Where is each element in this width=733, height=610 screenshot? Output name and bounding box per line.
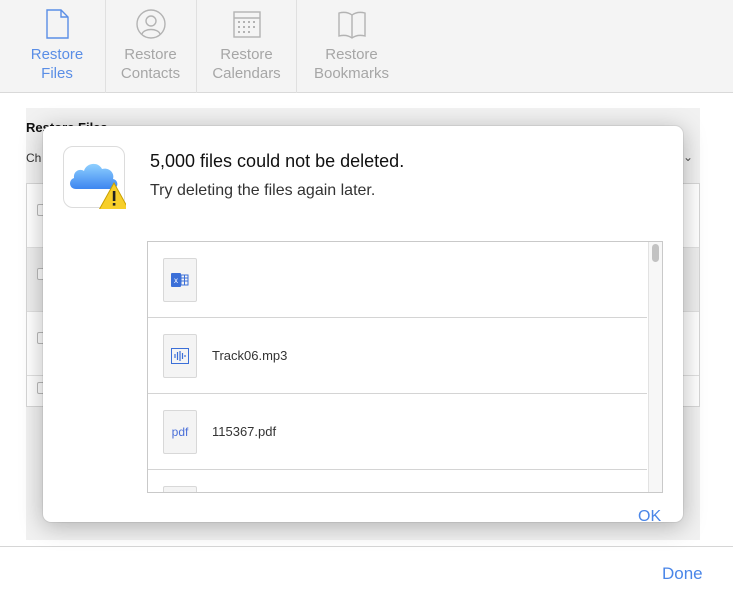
tab-restore-bookmarks[interactable]: Restore Bookmarks xyxy=(296,0,406,93)
file-icon xyxy=(163,486,197,492)
document-icon xyxy=(41,8,73,40)
excel-file-icon: x xyxy=(163,258,197,302)
tab-restore-calendars-label: Restore Calendars xyxy=(212,46,281,82)
list-item: Track06.mp3 xyxy=(148,318,647,394)
icloud-warning-icon xyxy=(63,146,130,211)
choose-label: Ch xyxy=(26,151,42,165)
dialog-message: Try deleting the files again later. xyxy=(150,182,376,199)
failed-file-list[interactable]: x Track06.mp3 pdf 115367.pdf xyxy=(147,241,663,493)
file-name: 115367.pdf xyxy=(212,424,277,439)
toolbar: Restore Files Restore Contacts Restore C… xyxy=(0,0,733,93)
pdf-badge: pdf xyxy=(171,425,189,439)
tab-restore-calendars[interactable]: Restore Calendars xyxy=(196,0,296,93)
tab-restore-contacts[interactable]: Restore Contacts xyxy=(105,0,195,93)
audio-file-icon xyxy=(163,334,197,378)
list-scrollbar[interactable] xyxy=(648,242,662,492)
contact-icon xyxy=(135,8,167,40)
tab-restore-bookmarks-label: Restore Bookmarks xyxy=(313,46,390,82)
list-item xyxy=(148,470,647,492)
done-button[interactable]: Done xyxy=(662,564,703,584)
book-icon xyxy=(336,8,368,40)
alert-dialog: 5,000 files could not be deleted. Try de… xyxy=(43,126,683,522)
dialog-title: 5,000 files could not be deleted. xyxy=(150,151,405,171)
tab-restore-files-label: Restore Files xyxy=(30,46,84,82)
pdf-file-icon: pdf xyxy=(163,410,197,454)
tab-restore-files[interactable]: Restore Files xyxy=(16,0,98,93)
tab-restore-contacts-label: Restore Contacts xyxy=(120,46,181,82)
calendar-icon xyxy=(231,8,263,40)
scrollbar-thumb[interactable] xyxy=(652,244,659,262)
list-item: x xyxy=(148,242,647,318)
file-name: Track06.mp3 xyxy=(212,348,288,363)
svg-text:x: x xyxy=(174,276,178,285)
list-item: pdf 115367.pdf xyxy=(148,394,647,470)
footer-divider xyxy=(0,546,733,547)
ok-button[interactable]: OK xyxy=(638,508,661,522)
